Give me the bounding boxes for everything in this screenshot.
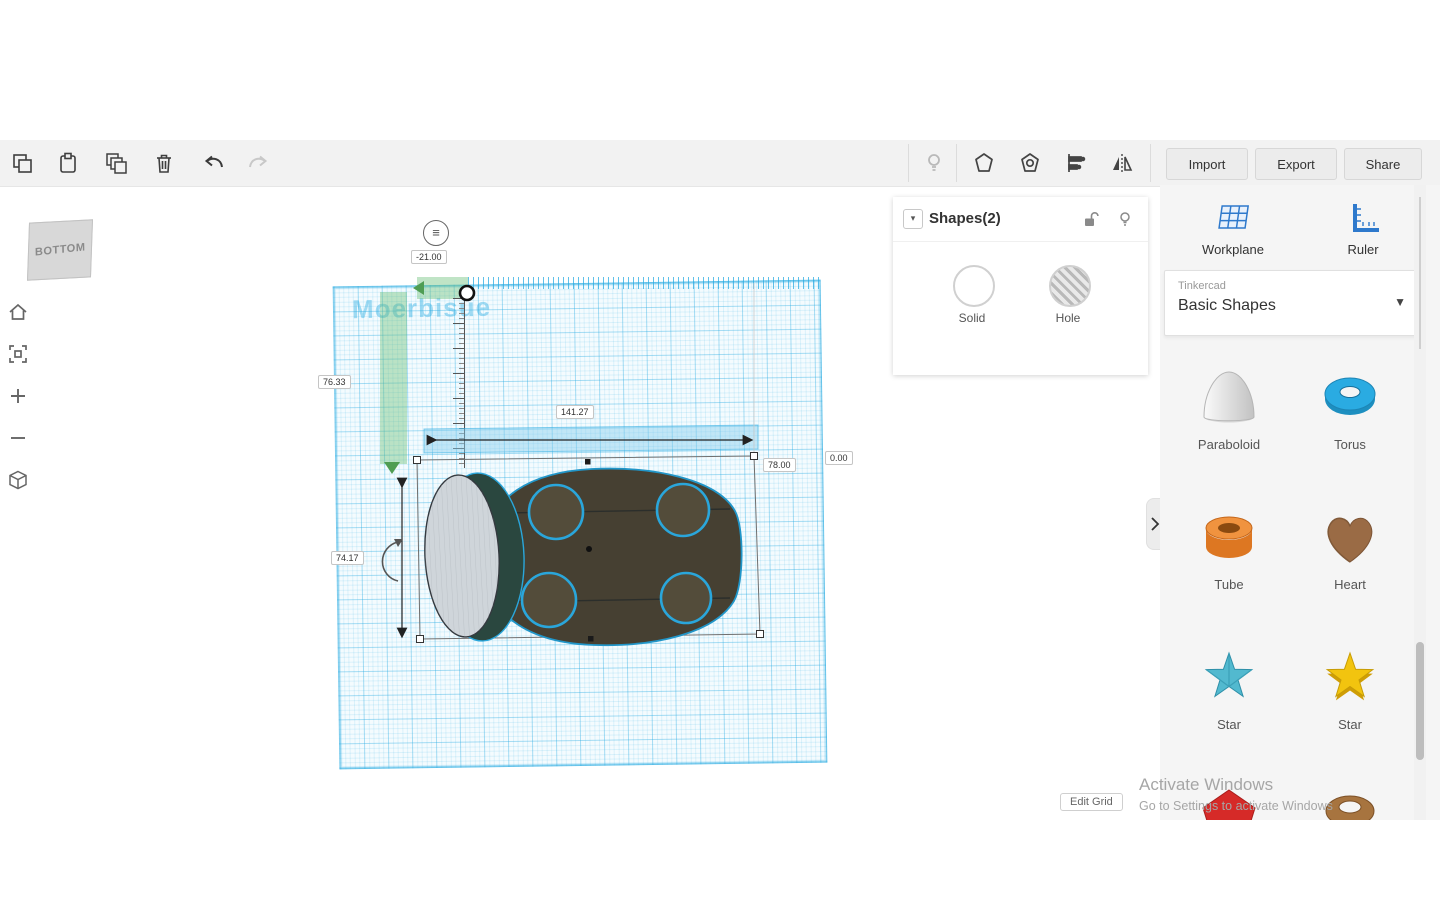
shape-torus[interactable]: Torus <box>1302 365 1398 452</box>
dim-depth-field[interactable]: 74.17 <box>331 551 364 565</box>
shape-category-dropdown[interactable]: Tinkercad Basic Shapes ▼ <box>1164 270 1421 336</box>
shapes-sidebar: Workplane Ruler Tinkercad Basic Shapes ▼… <box>1160 185 1440 820</box>
inspector-title: Shapes(2) <box>929 210 1001 227</box>
tinkercad-app: Import Export Share BOTTOM Moerbisue ≡ 1… <box>0 0 1440 900</box>
ruler-icon <box>1343 200 1383 238</box>
toolbar: Import Export Share <box>0 140 1440 187</box>
workplane-icon <box>1213 200 1253 238</box>
dim-elevation-field[interactable]: 78.00 <box>763 458 796 472</box>
redo-icon[interactable] <box>246 151 270 175</box>
ruler-tickmarks-horizontal <box>468 277 820 289</box>
solid-option-label: Solid <box>932 311 1012 325</box>
hole-option-label: Hole <box>1028 311 1108 325</box>
undo-icon[interactable] <box>202 151 226 175</box>
shape-tube[interactable]: Tube <box>1181 505 1277 592</box>
ruler-arrow-left-icon[interactable] <box>413 281 424 295</box>
shape-label: Star <box>1302 717 1398 732</box>
torus-icon <box>1318 365 1382 429</box>
mirror-icon[interactable] <box>1110 151 1134 175</box>
shape-label: Paraboloid <box>1181 437 1277 452</box>
lightbulb-icon[interactable] <box>1116 210 1134 228</box>
shape-star-yellow[interactable]: Star <box>1302 645 1398 732</box>
copy-icon[interactable] <box>10 151 34 175</box>
shape-star-blue[interactable]: Star <box>1181 645 1277 732</box>
shape-label: Torus <box>1302 437 1398 452</box>
view-cube[interactable]: BOTTOM <box>27 219 93 280</box>
inspector-header: ▾ Shapes(2) <box>893 197 1148 242</box>
hole-option[interactable] <box>1049 265 1091 307</box>
workplane-tool[interactable]: Workplane <box>1183 200 1283 257</box>
align-icon[interactable] <box>1064 151 1088 175</box>
shape-label: Star <box>1181 717 1277 732</box>
duplicate-icon[interactable] <box>104 151 128 175</box>
delete-icon[interactable] <box>152 151 176 175</box>
ruler-label: Ruler <box>1313 242 1413 257</box>
paraboloid-icon <box>1197 365 1261 429</box>
dim-ruler-offset-field[interactable]: -21.00 <box>411 250 447 264</box>
fit-view-icon[interactable] <box>7 343 29 365</box>
ruler-highlight-vertical[interactable] <box>380 292 407 464</box>
dim-ruler-height-field[interactable]: 76.33 <box>318 375 351 389</box>
ruler-tool[interactable]: Ruler <box>1313 200 1413 257</box>
activate-windows-text: Activate Windows <box>1139 775 1273 795</box>
edit-grid-button[interactable]: Edit Grid <box>1060 793 1123 811</box>
ruler-highlight-horizontal[interactable] <box>417 277 468 299</box>
view-cube-label: BOTTOM <box>35 241 86 258</box>
toolbar-divider <box>908 144 909 182</box>
share-button[interactable]: Share <box>1344 148 1422 180</box>
shape-inspector-panel: ▾ Shapes(2) Solid Hole <box>893 197 1148 375</box>
perspective-icon[interactable] <box>7 469 29 491</box>
lightbulb-icon[interactable] <box>922 151 946 175</box>
category-label: Basic Shapes <box>1178 297 1276 315</box>
dim-width-field[interactable]: 141.27 <box>556 405 594 419</box>
shape-heart[interactable]: Heart <box>1302 505 1398 592</box>
dim-zero-field[interactable]: 0.00 <box>825 451 853 465</box>
activate-windows-subtext: Go to Settings to activate Windows <box>1139 799 1333 813</box>
page-scrollbar-thumb[interactable] <box>1419 197 1421 349</box>
heart-icon <box>1318 505 1382 569</box>
solid-option[interactable] <box>953 265 995 307</box>
ruler-tickmarks-vertical <box>448 298 465 468</box>
workplane-label: Workplane <box>1183 242 1283 257</box>
star-blue-icon <box>1197 645 1261 709</box>
toolbar-divider <box>956 144 957 182</box>
shape-label: Tube <box>1181 577 1277 592</box>
zoom-in-icon[interactable] <box>7 385 29 407</box>
ruler-arrow-down-icon[interactable] <box>384 462 400 474</box>
import-button[interactable]: Import <box>1166 148 1248 180</box>
shape-paraboloid[interactable]: Paraboloid <box>1181 365 1277 452</box>
paste-icon[interactable] <box>56 151 80 175</box>
export-button[interactable]: Export <box>1255 148 1337 180</box>
group-icon[interactable] <box>972 151 996 175</box>
zoom-out-icon[interactable] <box>7 427 29 449</box>
dropdown-chevron-icon[interactable]: ▾ <box>903 209 923 229</box>
shape-label: Heart <box>1302 577 1398 592</box>
ruler-menu-icon[interactable]: ≡ <box>423 220 449 246</box>
tube-icon <box>1197 505 1261 569</box>
star-yellow-icon <box>1318 645 1382 709</box>
brand-label: Tinkercad <box>1178 280 1226 292</box>
toolbar-divider <box>1150 144 1151 182</box>
chevron-down-icon: ▼ <box>1394 295 1406 309</box>
unlock-icon[interactable] <box>1082 210 1100 228</box>
sidebar-scrollbar-thumb[interactable] <box>1416 642 1424 760</box>
ungroup-icon[interactable] <box>1018 151 1042 175</box>
home-icon[interactable] <box>7 301 29 323</box>
